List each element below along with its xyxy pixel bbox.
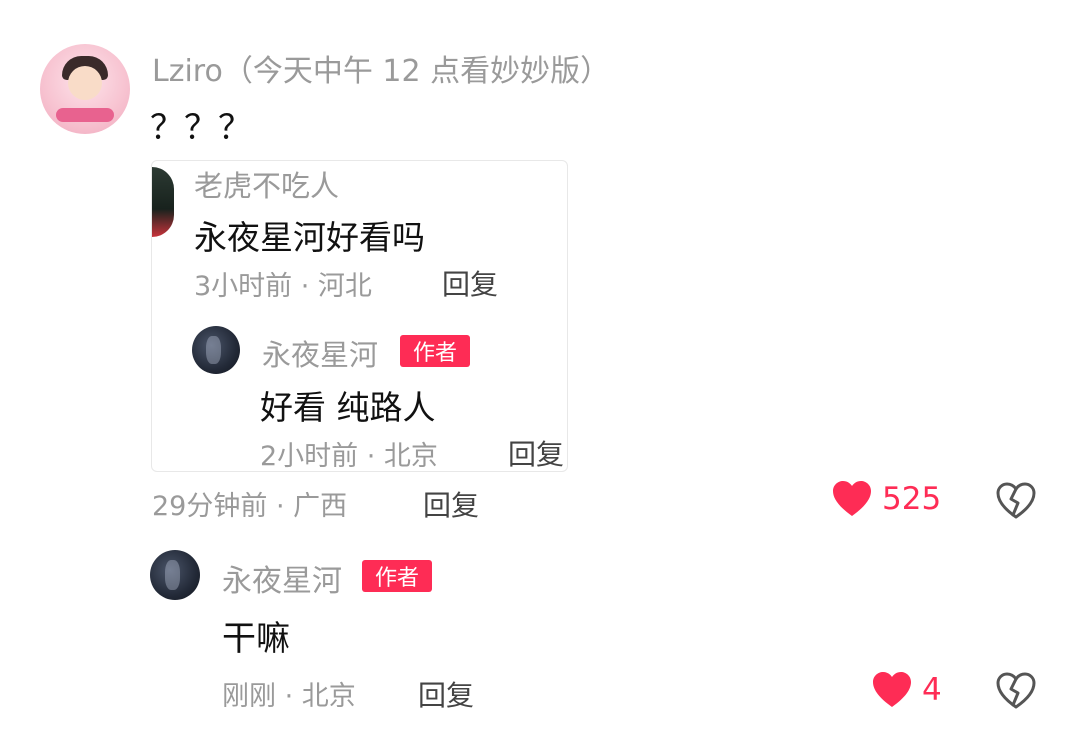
avatar [152, 167, 174, 237]
author-badge: 作者 [400, 335, 470, 367]
quoted-text: 永夜星河好看吗 [194, 218, 425, 257]
comment-text: ？？？ [150, 108, 252, 148]
heart-icon [833, 481, 871, 516]
like-count: 4 [922, 672, 942, 708]
broken-heart-icon[interactable] [996, 482, 1036, 520]
avatar [192, 326, 240, 374]
quoted-username: 老虎不吃人 [194, 169, 340, 203]
quoted-reply-button: 回复 [442, 268, 499, 301]
reply-time-location: 刚刚 · 北京 [222, 681, 356, 712]
author-badge: 作者 [362, 560, 432, 592]
quoted-reply-reply-button: 回复 [508, 438, 565, 471]
avatar[interactable] [150, 550, 200, 600]
quoted-reply-text: 好看 纯路人 [260, 388, 436, 427]
avatar[interactable] [40, 44, 130, 134]
quoted-time-location: 3小时前 · 河北 [194, 271, 372, 302]
comment-username[interactable]: Lziro（今天中午 12 点看妙妙版） [152, 46, 610, 90]
reply-text: 干嘛 [222, 619, 290, 659]
quoted-comment-card[interactable]: 老虎不吃人 永夜星河好看吗 3小时前 · 河北 回复 永夜星河 作者 好看 纯路… [151, 160, 568, 472]
like-count: 525 [882, 481, 942, 517]
reply-reply-button[interactable]: 回复 [418, 674, 474, 714]
quoted-reply-username: 永夜星河 [262, 338, 379, 372]
reply-button[interactable]: 回复 [423, 484, 479, 524]
comment-thread: Lziro（今天中午 12 点看妙妙版） ？？？ 老虎不吃人 永夜星河好看吗 3… [0, 0, 1080, 731]
reply-like-button[interactable]: 4 [872, 671, 942, 709]
reply-username[interactable]: 永夜星河 [222, 556, 342, 600]
quoted-reply-time-location: 2小时前 · 北京 [260, 441, 438, 472]
broken-heart-icon[interactable] [996, 672, 1036, 710]
comment-time-location: 29分钟前 · 广西 [152, 491, 348, 522]
heart-icon [873, 672, 911, 707]
like-button[interactable]: 525 [832, 480, 941, 518]
